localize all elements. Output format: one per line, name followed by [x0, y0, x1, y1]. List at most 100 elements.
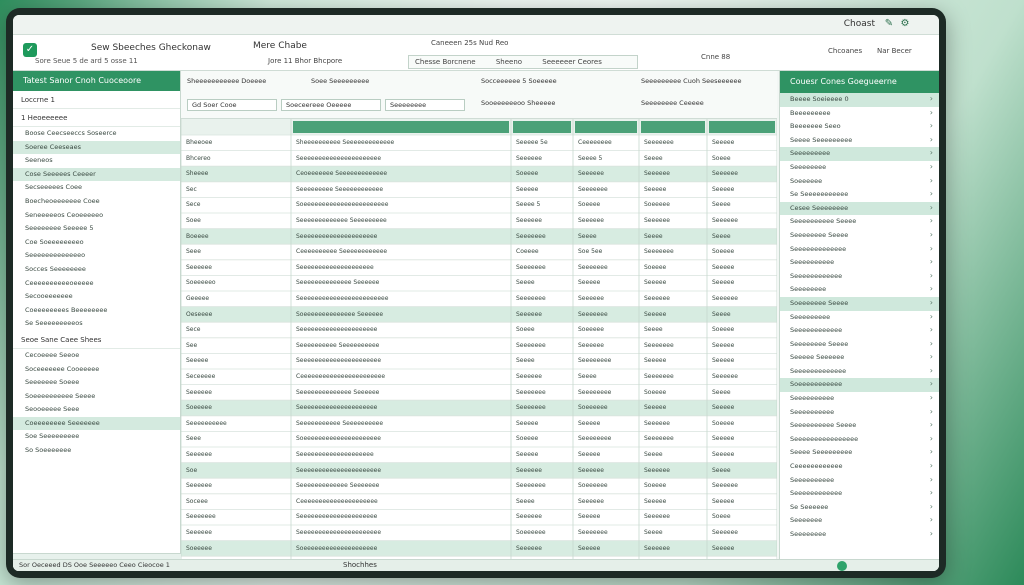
toolbar-label-b[interactable]: Socceeeeee 5 Soeeeee — [481, 77, 557, 85]
table-cell[interactable]: Seeeeee — [644, 420, 704, 427]
table-cell[interactable]: Seeeeee — [644, 170, 704, 177]
sidebar-item[interactable]: Seooeeeee Seee — [13, 403, 180, 417]
table-cell[interactable]: Seeeee — [516, 420, 570, 427]
table-cell[interactable]: Seeeeee — [644, 467, 704, 474]
right-panel-item[interactable]: Beeee Soeieeee 0 › — [780, 93, 939, 107]
table-cell[interactable]: Soeeee — [644, 482, 704, 489]
table-cell[interactable]: Seeeeee — [712, 529, 774, 536]
table-cell[interactable]: Soeeee — [578, 201, 636, 208]
table-cell[interactable]: Seeeee — [712, 342, 774, 349]
table-cell[interactable]: Soeeee — [644, 389, 704, 396]
table-cell[interactable]: Soeeee — [712, 248, 774, 255]
table-cell[interactable]: Seeeeeeeeee Seeeeeeeeee — [296, 342, 508, 349]
table-cell[interactable]: Seeeeeeeeeeeeee Seeeeee — [296, 389, 508, 396]
sidebar-item[interactable]: Seeeeeee Soeee — [13, 376, 180, 390]
table-cell[interactable]: Soeeeee — [186, 404, 288, 411]
formula-field[interactable]: Soeceereee Oeeeee — [281, 99, 381, 111]
table-cell[interactable]: Seeeeee — [712, 217, 774, 224]
table-cell[interactable]: Seeee — [644, 155, 704, 162]
sidebar-item[interactable]: Seeneos — [13, 154, 180, 168]
table-cell[interactable]: Seeeee — [644, 498, 704, 505]
sidebar-item[interactable]: Soeree Ceeseaes — [13, 140, 180, 155]
table-cell[interactable]: Soeeeee — [644, 201, 704, 208]
table-cell[interactable]: Soeeee — [712, 326, 774, 333]
table-cell[interactable]: Seeeee — [712, 435, 774, 442]
sidebar-item[interactable]: Socces Seeeeeeee — [13, 263, 180, 277]
table-cell[interactable]: Seeeeeee — [644, 139, 704, 146]
right-panel-item[interactable]: Seeeeeee › — [780, 514, 939, 528]
table-cell[interactable]: Seeeeee — [712, 482, 774, 489]
sidebar-item[interactable]: Se Seeeeeeeeeos — [13, 317, 180, 331]
table-cell[interactable]: Seeeeeee — [516, 389, 570, 396]
right-panel-item[interactable]: Soeeeeee › — [780, 175, 939, 189]
column-header-cell[interactable] — [641, 121, 705, 133]
sidebar-item[interactable]: Secooeeeeeee — [13, 290, 180, 304]
table-cell[interactable]: Seeeee — [644, 279, 704, 286]
table-cell[interactable]: Sece — [186, 201, 288, 208]
table-cell[interactable]: Seeeeee — [186, 451, 288, 458]
table-cell[interactable]: Seeeeeeeeeeeee Seeeeeeeee — [296, 217, 508, 224]
table-cell[interactable]: Seeeeeee — [516, 295, 570, 302]
table-cell[interactable]: Ceeeeeeeeeeeeeeeeeeeeeee — [296, 373, 508, 380]
table-cell[interactable]: Seeee — [516, 279, 570, 286]
table-cell[interactable]: Seeeeee — [578, 295, 636, 302]
table-cell[interactable]: Seeeee — [712, 139, 774, 146]
column-header-cell[interactable] — [575, 121, 637, 133]
right-panel-item[interactable]: Seeeeeeeeee › — [780, 256, 939, 270]
table-cell[interactable]: Seeeee — [712, 451, 774, 458]
sidebar-item[interactable]: So Soeeeeeee — [13, 444, 180, 458]
table-cell[interactable]: Seeeeeeeeeeeeeeeeeeeeee — [296, 357, 508, 364]
sidebar-section-2[interactable]: 1 Heoeeeeee — [13, 109, 180, 127]
table-cell[interactable]: Seeeee — [578, 420, 636, 427]
sidebar-item[interactable]: Secseeeees Coee — [13, 181, 180, 195]
table-cell[interactable]: Soee — [186, 217, 288, 224]
right-panel-item[interactable]: Seeeeeeeeeeee › — [780, 270, 939, 284]
table-cell[interactable]: Seeeeee — [186, 482, 288, 489]
table-cell[interactable]: Soeeee — [712, 420, 774, 427]
table-cell[interactable]: Seeeeee — [516, 545, 570, 552]
table-cell[interactable]: Seeeee — [644, 186, 704, 193]
table-cell[interactable]: Seeeee — [712, 357, 774, 364]
sidebar-item[interactable]: Seeeeeeeeeeeeeo — [13, 249, 180, 263]
sidebar-item[interactable]: Soeeeeeeeeee Seeee — [13, 390, 180, 404]
sidebar-item[interactable]: Seneeeeeos Ceoeeeeeo — [13, 209, 180, 223]
table-cell[interactable]: Seeeeeeeeeee Seeeeeeeeee — [296, 420, 508, 427]
table-cell[interactable]: Seeee — [578, 373, 636, 380]
table-cell[interactable]: Soeeee — [644, 264, 704, 271]
table-cell[interactable]: Seeee — [712, 233, 774, 240]
table-cell[interactable]: Soeee — [712, 155, 774, 162]
spreadsheet-grid[interactable]: Bheeoee Bhcereo Sheeee Sec Sece Soee Boeeee See… — [181, 119, 777, 571]
table-cell[interactable]: Seeeee — [644, 311, 704, 318]
table-cell[interactable]: Seeeeeee — [516, 482, 570, 489]
right-panel-item[interactable]: Seeeeeeeeeeeeeeee › — [780, 433, 939, 447]
table-cell[interactable]: Seeeeeeeeeeeeeeeeeeeeee — [296, 467, 508, 474]
table-cell[interactable]: Soeeeeeeeeeeeeeeeeeeee — [296, 545, 508, 552]
toolbar-label-d[interactable]: Seeeeeeeee Cuoh Seeseeeeee — [641, 77, 742, 85]
table-cell[interactable]: See — [186, 342, 288, 349]
table-cell[interactable]: Seeee — [644, 529, 704, 536]
table-cell[interactable]: Ceoeeeeeee Seeeeeeeeeeeee — [296, 170, 508, 177]
filter-field[interactable]: Seeeeeeee — [385, 99, 465, 111]
sidebar-item[interactable]: Coe Soeeeeeeeeo — [13, 236, 180, 250]
table-cell[interactable]: Ceeeeeeee — [578, 139, 636, 146]
table-cell[interactable]: Seeeeeeeeeeeeeeeeeeeee — [296, 404, 508, 411]
brush-icon[interactable]: ✎ — [883, 18, 895, 30]
toolbar-label-f[interactable]: Soee Seeeeeeeee — [311, 77, 369, 85]
table-cell[interactable]: Seeeeeee — [644, 342, 704, 349]
table-cell[interactable]: Soeeee — [516, 170, 570, 177]
right-panel-item[interactable]: Beeeeeeeee › — [780, 107, 939, 121]
table-cell[interactable]: Soceee — [186, 498, 288, 505]
right-panel-item[interactable]: Seeee Seeeeeeeee › — [780, 134, 939, 148]
table-cell[interactable]: Soeeeee — [578, 326, 636, 333]
sidebar-section-top[interactable]: Loccrne 1 — [13, 91, 180, 109]
table-cell[interactable]: Seeeeeee — [644, 248, 704, 255]
table-cell[interactable]: Seeeeeee — [186, 513, 288, 520]
table-cell[interactable]: Geeeee — [186, 295, 288, 302]
sidebar-item[interactable]: Cecoeeee Seeoe — [13, 349, 180, 363]
right-panel-item[interactable]: Seeeeeeeeee Seeee › — [780, 419, 939, 433]
table-cell[interactable]: Seeeee — [578, 513, 636, 520]
table-cell[interactable]: Seeeeeeeeeeeeeeeeeeeeeeee — [296, 295, 508, 302]
sidebar-item[interactable]: Seeeeeeee Seeeee 5 — [13, 222, 180, 236]
table-cell[interactable]: Soeee — [516, 326, 570, 333]
table-cell[interactable]: Soeeeeeo — [186, 279, 288, 286]
